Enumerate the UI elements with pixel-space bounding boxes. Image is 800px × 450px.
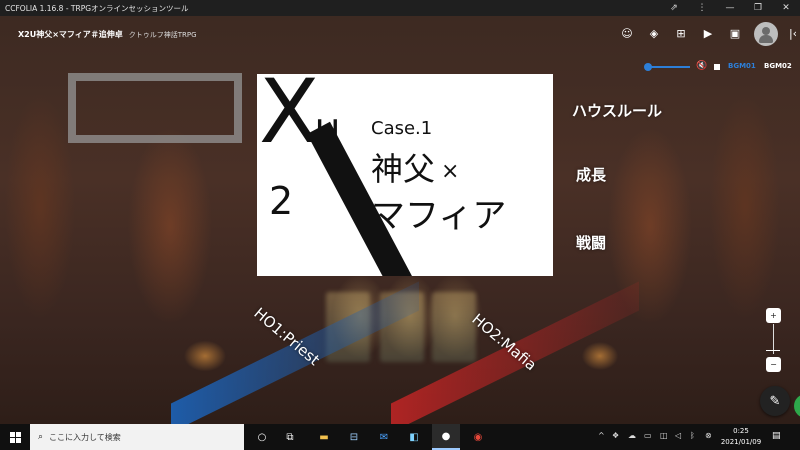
zoom-slider-handle[interactable] [766, 350, 780, 351]
card-2-letter: 2 [269, 179, 294, 223]
clock-date: 2021/01/09 [720, 438, 762, 446]
scene-icon[interactable]: ▣ [726, 24, 744, 42]
empty-frame-panel[interactable] [68, 73, 242, 143]
menu-combat[interactable]: 戦闘 [576, 232, 606, 253]
mail-icon[interactable]: ✉ [370, 424, 398, 450]
title-card[interactable]: X U 2 close to you Case.1 神父× マフィア [257, 74, 553, 276]
chrome-icon[interactable]: ◉ [464, 424, 492, 450]
card-x-letter: X [259, 74, 320, 163]
battery-icon[interactable]: ▭ [644, 431, 652, 440]
stained-glass-window [432, 292, 476, 362]
volume-icon[interactable]: ◁ [675, 431, 681, 440]
zoom-out-icon[interactable]: − [766, 357, 781, 372]
card-title-line2: マフィア [371, 196, 507, 236]
tray-chevron-icon[interactable]: ^ [598, 431, 605, 440]
network-icon[interactable]: ◫ [660, 431, 668, 440]
bgm-track-1[interactable]: BGM01 [728, 62, 756, 70]
title-bar: CCFOLIA 1.16.8 - TRPGオンラインセッションツール ⇗ ⋮ —… [0, 0, 800, 16]
store-icon[interactable]: ⊟ [340, 424, 368, 450]
volume-slider-track[interactable] [648, 66, 690, 68]
room-name: X2U神父×マフィア＃追伸卓 [18, 30, 123, 39]
menu-house-rules[interactable]: ハウスルール [572, 100, 662, 121]
window-title: CCFOLIA 1.16.8 - TRPGオンラインセッションツール [5, 3, 189, 13]
menu-growth[interactable]: 成長 [576, 164, 606, 185]
room-title: X2U神父×マフィア＃追伸卓 クトゥルフ神話TRPG [18, 29, 197, 40]
clock-time: 0:25 [733, 427, 749, 435]
volume-mute-icon[interactable]: 🔇 [696, 61, 708, 73]
windows-start-button[interactable] [0, 424, 30, 450]
windows-taskbar: ⌕ ここに入力して検索 ○ ⧉ ▬ ⊟ ✉ ◧ ● ◉ ^ ❖ ☁ ▭ ◫ ◁ … [0, 424, 800, 450]
card-title-priest: 神父 [371, 150, 436, 188]
notification-icon[interactable]: ▤ [772, 431, 781, 441]
maximize-button[interactable]: ❐ [744, 0, 772, 16]
dropbox-icon[interactable]: ❖ [612, 431, 619, 440]
minimize-button[interactable]: — [716, 0, 744, 16]
bgm-track-2[interactable]: BGM02 [764, 62, 792, 70]
app-window: CCFOLIA 1.16.8 - TRPGオンラインセッションツール ⇗ ⋮ —… [0, 0, 800, 450]
photos-icon[interactable]: ◧ [400, 424, 428, 450]
ccfolia-taskbar-icon[interactable]: ● [432, 424, 460, 450]
stop-icon[interactable] [714, 64, 720, 70]
card-case-label: Case.1 [371, 118, 433, 139]
search-icon: ⌕ [38, 432, 44, 442]
pen-icon[interactable]: ✎ [760, 386, 790, 416]
search-placeholder: ここに入力して検索 [49, 432, 121, 442]
room-system: クトゥルフ神話TRPG [128, 31, 197, 39]
close-button[interactable]: ✕ [772, 0, 800, 16]
cast-icon[interactable]: ⇗ [660, 0, 688, 16]
zoom-in-icon[interactable]: + [766, 308, 781, 323]
task-view-icon[interactable]: ⧉ [276, 424, 304, 450]
drawer-toggle-icon[interactable]: |‹ [784, 24, 800, 42]
windows-logo-icon [9, 431, 21, 443]
taskbar-clock[interactable]: 0:25 2021/01/09 [716, 426, 766, 448]
face-icon[interactable]: ☺ [618, 24, 636, 42]
video-icon[interactable]: ▶ [699, 24, 717, 42]
cortana-icon[interactable]: ○ [248, 424, 276, 450]
account-icon[interactable] [754, 22, 778, 46]
menu-icon[interactable]: ⋮ [688, 0, 716, 16]
card-title-cross: × [441, 158, 460, 184]
file-explorer-icon[interactable]: ▬ [310, 424, 338, 450]
bluetooth-icon[interactable]: ᛒ [690, 431, 695, 440]
card-title-line1: 神父 × [371, 144, 459, 190]
tray-close-icon[interactable]: ⊗ [705, 431, 712, 440]
layers-icon[interactable]: ◈ [645, 24, 663, 42]
add-box-icon[interactable]: ⊞ [672, 24, 690, 42]
volume-slider-handle[interactable] [644, 63, 652, 71]
taskbar-search-box[interactable]: ⌕ ここに入力して検索 [30, 424, 244, 450]
card-band-text: close to you [292, 192, 340, 263]
onedrive-icon[interactable]: ☁ [628, 431, 636, 440]
